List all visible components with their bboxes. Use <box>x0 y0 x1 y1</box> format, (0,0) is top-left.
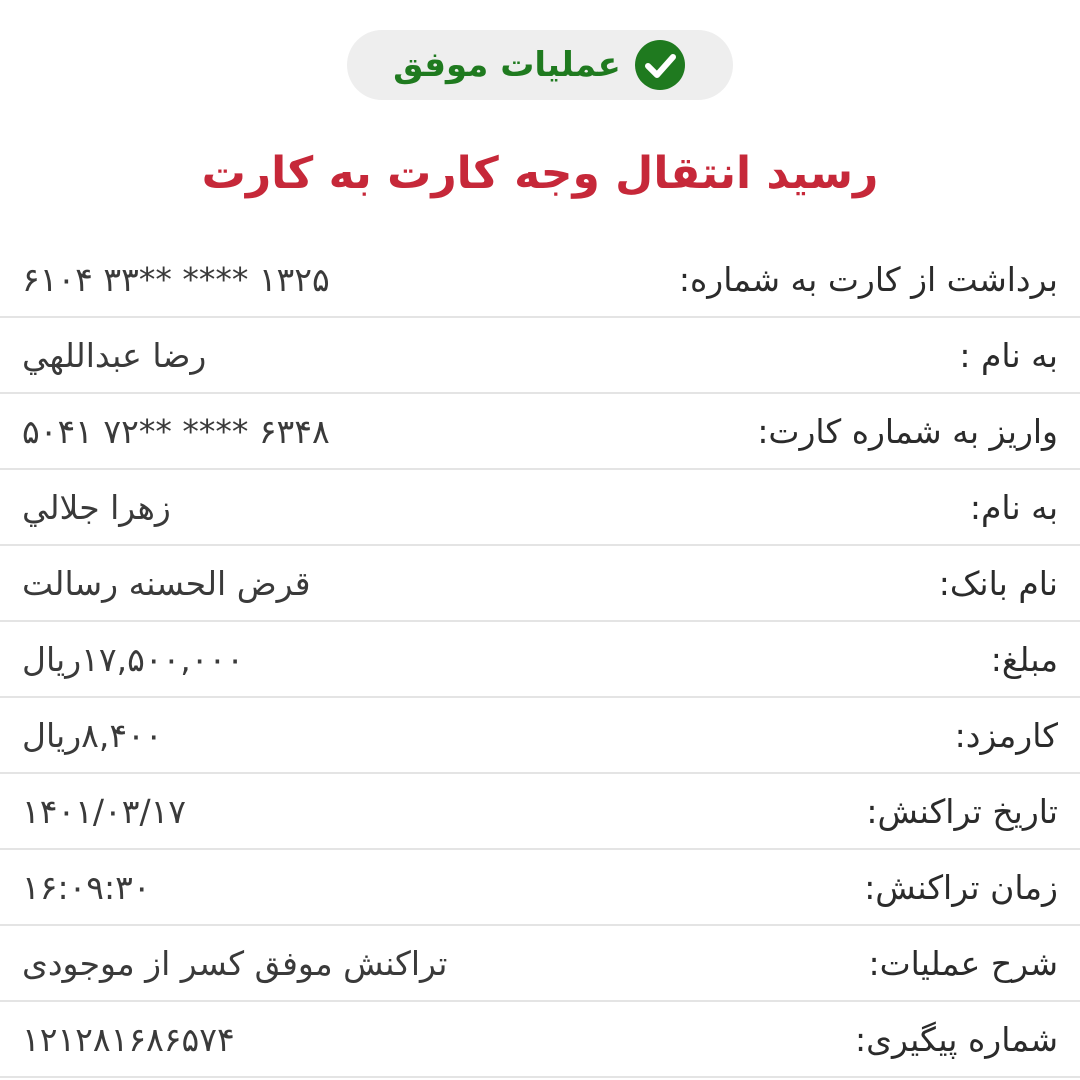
row-sender-name: رضا عبداللهي به نام : <box>0 318 1080 394</box>
status-badge-container: عملیات موفق <box>0 30 1080 100</box>
destination-card-label: واریز به شماره کارت: <box>757 411 1058 451</box>
recipient-name-label: به نام: <box>969 487 1058 527</box>
source-card-label: برداشت از کارت به شماره: <box>678 259 1058 299</box>
row-transaction-date: ۱۴۰۱/۰۳/۱۷ تاریخ تراکنش: <box>0 774 1080 850</box>
receipt-details: ۶۱۰۴ ۳۳** **** ۱۳۲۵ برداشت از کارت به شم… <box>0 242 1080 1078</box>
destination-card-number: ۵۰۴۱ ۷۲** **** ۶۳۴۸ <box>22 411 330 451</box>
source-card-number: ۶۱۰۴ ۳۳** **** ۱۳۲۵ <box>22 259 330 299</box>
row-source-card: ۶۱۰۴ ۳۳** **** ۱۳۲۵ برداشت از کارت به شم… <box>0 242 1080 318</box>
status-text: عملیات موفق <box>393 45 621 85</box>
row-operation-description: تراکنش موفق کسر از موجودی شرح عملیات: <box>0 926 1080 1002</box>
row-fee: ۸,۴۰۰ریال کارمزد: <box>0 698 1080 774</box>
transaction-time: ۱۶:۰۹:۳۰ <box>22 867 151 907</box>
operation-description: تراکنش موفق کسر از موجودی <box>22 943 448 983</box>
transaction-date: ۱۴۰۱/۰۳/۱۷ <box>22 791 187 831</box>
row-tracking-number: ۱۲۱۲۸۱۶۸۶۵۷۴ شماره پیگیری: <box>0 1002 1080 1078</box>
fee: ۸,۴۰۰ریال <box>22 715 163 755</box>
row-recipient-name: زهرا جلالي به نام: <box>0 470 1080 546</box>
bank-name: قرض الحسنه رسالت <box>22 563 311 603</box>
amount: ۱۷,۵۰۰,۰۰۰ریال <box>22 639 244 679</box>
row-destination-card: ۵۰۴۱ ۷۲** **** ۶۳۴۸ واریز به شماره کارت: <box>0 394 1080 470</box>
tracking-number-label: شماره پیگیری: <box>855 1019 1058 1059</box>
tracking-number: ۱۲۱۲۸۱۶۸۶۵۷۴ <box>22 1019 235 1059</box>
recipient-name: زهرا جلالي <box>22 487 171 527</box>
amount-label: مبلغ: <box>990 639 1058 679</box>
row-transaction-time: ۱۶:۰۹:۳۰ زمان تراکنش: <box>0 850 1080 926</box>
fee-label: کارمزد: <box>954 715 1058 755</box>
page-title: رسید انتقال وجه کارت به کارت <box>201 148 879 199</box>
sender-name: رضا عبداللهي <box>22 335 207 375</box>
sender-name-label: به نام : <box>959 335 1058 375</box>
row-amount: ۱۷,۵۰۰,۰۰۰ریال مبلغ: <box>0 622 1080 698</box>
bank-name-label: نام بانک: <box>938 563 1058 603</box>
operation-description-label: شرح عملیات: <box>868 943 1058 983</box>
row-bank-name: قرض الحسنه رسالت نام بانک: <box>0 546 1080 622</box>
transaction-date-label: تاریخ تراکنش: <box>866 791 1058 831</box>
status-badge: عملیات موفق <box>347 30 733 100</box>
check-circle-icon <box>634 40 685 90</box>
transaction-time-label: زمان تراکنش: <box>864 867 1058 907</box>
